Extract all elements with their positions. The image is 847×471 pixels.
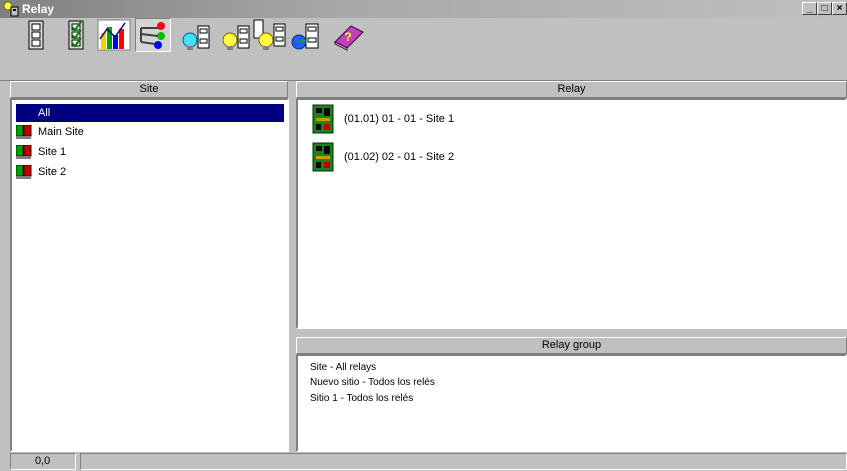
site-item-label: Main Site bbox=[38, 126, 84, 138]
chart-icon bbox=[97, 19, 131, 51]
network-button[interactable] bbox=[135, 18, 171, 52]
relay-globe-button[interactable] bbox=[290, 21, 322, 53]
site-item-label: Site 1 bbox=[38, 146, 67, 158]
site-panel-header[interactable]: Site bbox=[10, 81, 288, 98]
help-book-icon: ? bbox=[334, 25, 364, 51]
checklist-icon bbox=[68, 20, 84, 50]
all-sites-icon bbox=[16, 106, 32, 120]
site-device-icon bbox=[16, 125, 32, 139]
site-item-all[interactable]: All bbox=[16, 104, 284, 122]
site-panel[interactable]: All Main Site Site 1 Site 2 bbox=[10, 98, 289, 452]
relay-globe-icon bbox=[291, 23, 319, 50]
relay-panel[interactable]: (01.01) 01 - 01 - Site 1 (01.02) 02 - 01… bbox=[296, 98, 847, 329]
checklist-button[interactable] bbox=[60, 19, 92, 51]
relay-group-item[interactable]: Nuevo sitio - Todos los relés bbox=[310, 376, 435, 389]
site-item-site-2[interactable]: Site 2 bbox=[16, 163, 66, 181]
relay-board-icon bbox=[312, 104, 334, 134]
site-item-label: All bbox=[38, 107, 51, 119]
relay-group-item[interactable]: Sitio 1 - Todos los relés bbox=[310, 392, 413, 405]
maximize-button[interactable]: □ bbox=[817, 2, 832, 15]
relay-item[interactable]: (01.02) 02 - 01 - Site 2 bbox=[312, 142, 454, 172]
relay-group-panel[interactable]: Site - All relays Nuevo sitio - Todos lo… bbox=[296, 354, 847, 452]
chart-button[interactable] bbox=[96, 19, 132, 51]
bulb-relay-multi-icon bbox=[253, 19, 286, 50]
relay-item-label: (01.02) 02 - 01 - Site 2 bbox=[344, 151, 455, 163]
close-button[interactable]: × bbox=[832, 2, 847, 15]
relay-bulb-button-1[interactable] bbox=[180, 21, 212, 53]
bulb-relay-icon bbox=[222, 25, 250, 50]
relay-group-item[interactable]: Site - All relays bbox=[310, 361, 376, 374]
relay-panel-header[interactable]: Relay bbox=[296, 81, 847, 98]
site-device-icon bbox=[16, 145, 32, 159]
site-device-icon bbox=[16, 165, 32, 179]
app-icon bbox=[3, 1, 19, 17]
list-view-button[interactable] bbox=[20, 19, 52, 51]
title-bar: Relay _ □ × bbox=[0, 0, 847, 18]
relay-bulb-multi-button[interactable] bbox=[252, 17, 288, 53]
status-bar: 0,0 bbox=[0, 452, 847, 471]
bulb-relay-icon bbox=[182, 25, 210, 50]
window-title: Relay bbox=[22, 2, 55, 16]
relay-item-label: (01.01) 01 - 01 - Site 1 bbox=[344, 113, 455, 125]
status-coords: 0,0 bbox=[10, 453, 76, 470]
relay-bulb-button-2[interactable] bbox=[220, 21, 252, 53]
relay-board-icon bbox=[312, 142, 334, 172]
site-item-main-site[interactable]: Main Site bbox=[16, 123, 84, 141]
svg-text:?: ? bbox=[344, 30, 351, 44]
list-view-icon bbox=[28, 20, 44, 50]
network-icon bbox=[140, 22, 165, 49]
site-item-label: Site 2 bbox=[38, 166, 67, 178]
relay-item[interactable]: (01.01) 01 - 01 - Site 1 bbox=[312, 104, 454, 134]
status-message bbox=[80, 453, 847, 470]
site-item-site-1[interactable]: Site 1 bbox=[16, 143, 66, 161]
help-button[interactable]: ? bbox=[330, 21, 366, 53]
minimize-button[interactable]: _ bbox=[802, 2, 817, 15]
toolbar: ? bbox=[0, 18, 847, 81]
relay-group-panel-header[interactable]: Relay group bbox=[296, 337, 847, 354]
